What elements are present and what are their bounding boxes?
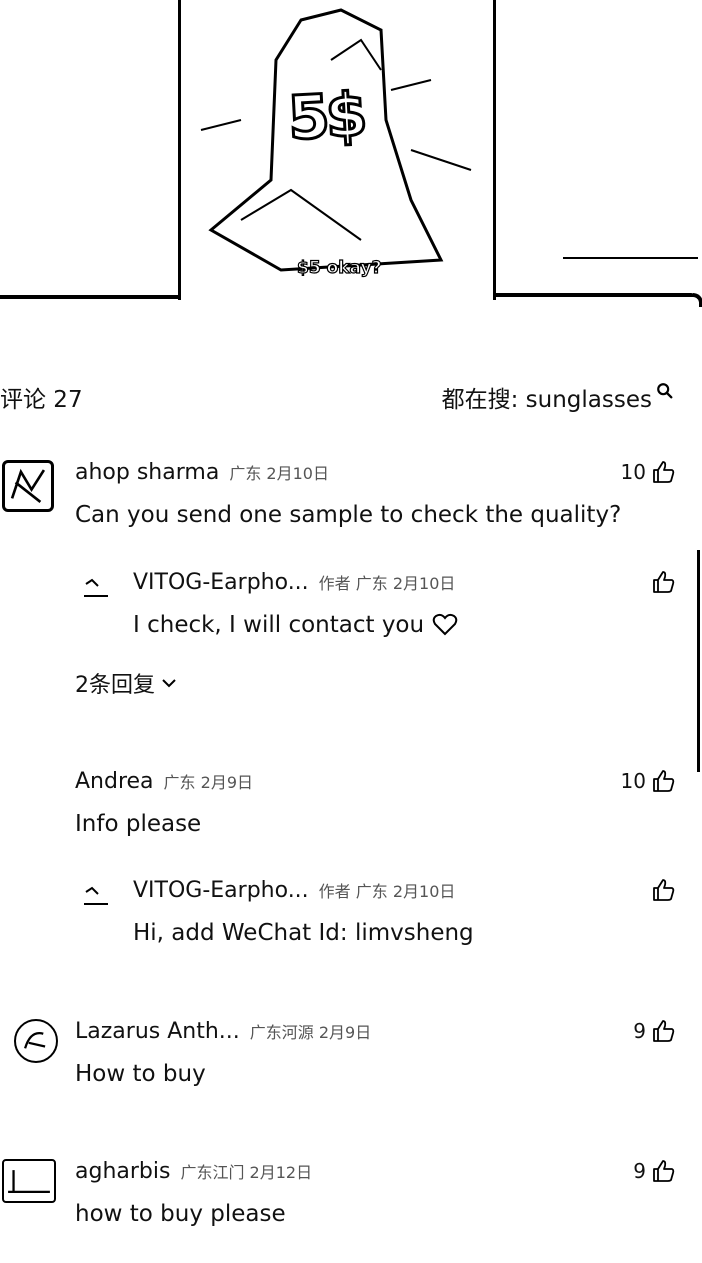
comment-meta: 广东江门 2月12日 xyxy=(180,1163,313,1182)
divider xyxy=(563,257,698,259)
thumbs-up-icon xyxy=(653,879,675,901)
search-suggestion-text: 都在搜: sunglasses xyxy=(441,387,652,413)
thumbs-up-icon xyxy=(653,1160,675,1182)
divider xyxy=(495,293,702,307)
video-caption: $5 okay? xyxy=(296,257,382,278)
like-button[interactable] xyxy=(652,878,676,906)
like-button[interactable]: 10 xyxy=(621,769,676,793)
reply-text: I check, I will contact you xyxy=(133,612,425,638)
like-count: 9 xyxy=(633,1019,646,1043)
reply-meta: 作者 广东 2月10日 xyxy=(318,574,456,593)
comment-author[interactable]: Andrea xyxy=(75,769,154,794)
scrollbar[interactable] xyxy=(697,550,700,772)
comment-header: Lazarus Anth... 广东河源 2月9日 xyxy=(75,1019,371,1044)
comment-header: ahop sharma 广东 2月10日 xyxy=(75,460,329,485)
reply-author[interactable]: VITOG-Earpho... xyxy=(133,878,309,903)
like-button[interactable] xyxy=(652,570,676,598)
comment-text: how to buy please xyxy=(75,1201,286,1227)
reply-text-row: I check, I will contact you xyxy=(133,612,458,638)
chevron-down-icon xyxy=(162,679,176,688)
avatar[interactable] xyxy=(2,1159,56,1203)
like-count: 9 xyxy=(633,1159,646,1183)
divider xyxy=(0,295,181,299)
price-badge: 5$ xyxy=(285,79,367,156)
like-count: 10 xyxy=(620,769,646,793)
like-button[interactable]: 10 xyxy=(621,460,676,484)
avatar[interactable] xyxy=(2,460,54,512)
like-button[interactable]: 9 xyxy=(633,1019,676,1043)
heart-icon xyxy=(432,613,458,636)
video-preview[interactable]: 5$ $5 okay? xyxy=(0,0,702,307)
reply-header: VITOG-Earpho... 作者 广东 2月10日 xyxy=(133,570,455,595)
comment-meta: 广东 2月10日 xyxy=(229,464,329,483)
more-replies-button[interactable]: 2条回复 xyxy=(75,667,177,699)
comment-text: Can you send one sample to check the qua… xyxy=(75,502,622,528)
avatar[interactable] xyxy=(14,1019,58,1063)
comment-header: agharbis 广东江门 2月12日 xyxy=(75,1159,312,1184)
comment-author[interactable]: agharbis xyxy=(75,1159,170,1184)
more-replies-label: 2条回复 xyxy=(75,673,155,698)
search-icon xyxy=(657,383,673,399)
comment-text: Info please xyxy=(75,811,202,837)
avatar[interactable] xyxy=(80,576,112,602)
reply-meta: 作者 广东 2月10日 xyxy=(318,882,456,901)
comment-meta: 广东 2月9日 xyxy=(163,773,253,792)
comments-header: 评论 27 都在搜: sunglasses xyxy=(0,380,702,414)
like-count: 10 xyxy=(620,460,646,484)
comment-meta: 广东河源 2月9日 xyxy=(249,1023,372,1042)
comment-author[interactable]: ahop sharma xyxy=(75,460,219,485)
thumbs-up-icon xyxy=(653,1020,675,1042)
like-button[interactable]: 9 xyxy=(633,1159,676,1183)
thumbs-up-icon xyxy=(653,461,675,483)
thumbs-up-icon xyxy=(653,770,675,792)
search-suggestion[interactable]: 都在搜: sunglasses xyxy=(442,380,674,414)
thumbs-up-icon xyxy=(653,571,675,593)
comment-text: How to buy xyxy=(75,1061,206,1087)
reply-header: VITOG-Earpho... 作者 广东 2月10日 xyxy=(133,878,455,903)
comment-header: Andrea 广东 2月9日 xyxy=(75,769,253,794)
avatar[interactable] xyxy=(80,884,112,910)
reply-text-row: Hi, add WeChat Id: limvsheng xyxy=(133,920,474,946)
reply-text: Hi, add WeChat Id: limvsheng xyxy=(133,920,474,946)
comments-count: 评论 27 xyxy=(0,387,83,413)
reply-author[interactable]: VITOG-Earpho... xyxy=(133,570,309,595)
comment-author[interactable]: Lazarus Anth... xyxy=(75,1019,240,1044)
